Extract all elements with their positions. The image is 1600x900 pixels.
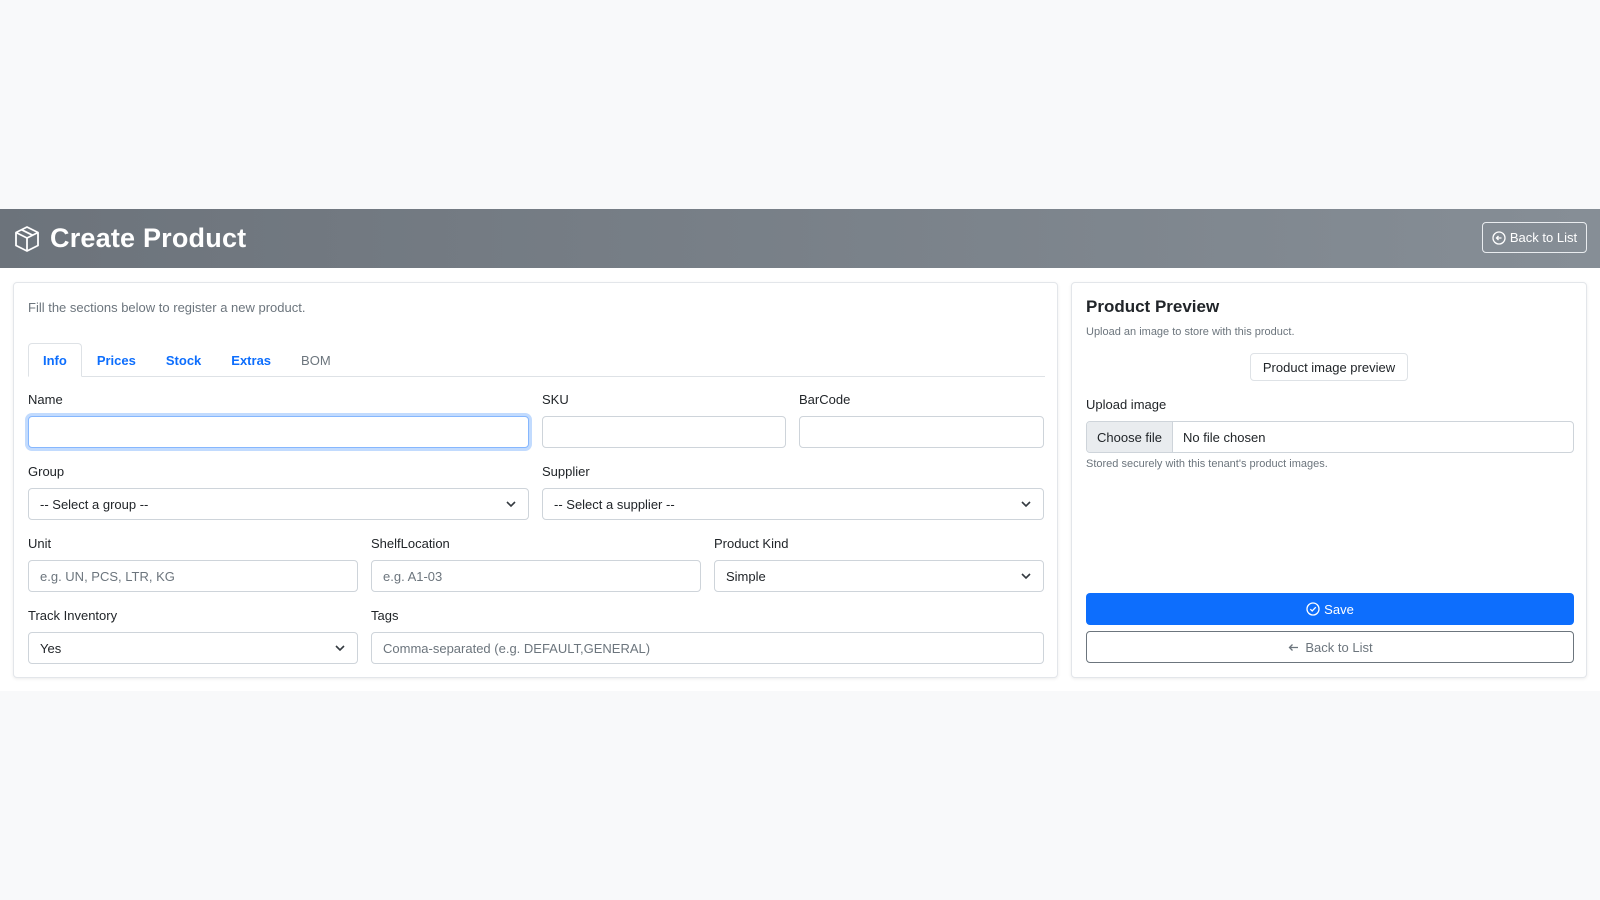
tags-placeholder: Comma-separated (e.g. DEFAULT,GENERAL) xyxy=(383,640,651,656)
box-icon xyxy=(12,224,42,254)
shelf-location-input[interactable]: e.g. A1-03 xyxy=(371,560,701,592)
name-label: Name xyxy=(28,392,63,407)
back-to-list-label: Back to List xyxy=(1509,230,1578,245)
shelf-location-label: ShelfLocation xyxy=(371,536,450,551)
sku-input[interactable] xyxy=(542,416,786,448)
unit-input[interactable]: e.g. UN, PCS, LTR, KG xyxy=(28,560,358,592)
upload-hint: Stored securely with this tenant's produ… xyxy=(1086,458,1328,470)
product-kind-value: Simple xyxy=(726,568,766,584)
chevron-down-icon xyxy=(334,642,346,654)
tags-label: Tags xyxy=(371,608,399,623)
shelf-location-placeholder: e.g. A1-03 xyxy=(383,568,443,584)
tab-extras[interactable]: Extras xyxy=(216,343,286,377)
sku-label: SKU xyxy=(542,392,569,407)
save-button[interactable]: Save xyxy=(1086,593,1574,625)
tags-input[interactable]: Comma-separated (e.g. DEFAULT,GENERAL) xyxy=(371,632,1044,664)
form-tabs: Info Prices Stock Extras BOM xyxy=(28,343,1045,377)
barcode-input[interactable] xyxy=(799,416,1044,448)
upload-image-label: Upload image xyxy=(1086,397,1167,412)
preview-subtitle: Upload an image to store with this produ… xyxy=(1086,326,1295,338)
page-header: Create Product Back to List xyxy=(0,209,1600,268)
group-select[interactable]: -- Select a group -- xyxy=(28,488,529,520)
back-to-list-bottom-label: Back to List xyxy=(1305,639,1373,655)
form-intro: Fill the sections below to register a ne… xyxy=(28,300,306,315)
back-to-list-button[interactable]: Back to List xyxy=(1482,222,1587,253)
back-to-list-bottom-button[interactable]: Back to List xyxy=(1086,631,1574,663)
track-inventory-select[interactable]: Yes xyxy=(28,632,358,664)
image-alt-text: Product image preview xyxy=(1262,359,1396,375)
chevron-down-icon xyxy=(1020,570,1032,582)
product-image-preview: Product image preview xyxy=(1250,353,1408,381)
save-label: Save xyxy=(1324,601,1354,617)
tab-stock[interactable]: Stock xyxy=(151,343,216,377)
page-frame: Create Product Back to List Fill the sec… xyxy=(0,209,1600,691)
arrow-left-circle-icon xyxy=(1492,230,1506,245)
group-select-value: -- Select a group -- xyxy=(40,496,149,512)
product-kind-select[interactable]: Simple xyxy=(714,560,1044,592)
supplier-select[interactable]: -- Select a supplier -- xyxy=(542,488,1044,520)
tab-info[interactable]: Info xyxy=(28,343,82,377)
check-circle-icon xyxy=(1306,602,1320,616)
preview-title: Product Preview xyxy=(1086,297,1220,316)
product-form-card: Fill the sections below to register a ne… xyxy=(13,282,1058,678)
tab-bom[interactable]: BOM xyxy=(286,343,346,377)
chevron-down-icon xyxy=(505,498,517,510)
unit-label: Unit xyxy=(28,536,52,551)
image-file-input[interactable]: Choose file No file chosen xyxy=(1086,421,1574,453)
barcode-label: BarCode xyxy=(799,392,851,407)
supplier-select-value: -- Select a supplier -- xyxy=(554,496,675,512)
product-kind-label: Product Kind xyxy=(714,536,789,551)
page-title: Create Product xyxy=(50,223,247,253)
track-inventory-value: Yes xyxy=(40,640,62,656)
arrow-left-icon xyxy=(1287,641,1300,654)
file-name-text: No file chosen xyxy=(1183,429,1266,445)
chevron-down-icon xyxy=(1020,498,1032,510)
track-inventory-label: Track Inventory xyxy=(28,608,118,623)
tab-prices[interactable]: Prices xyxy=(82,343,151,377)
group-label: Group xyxy=(28,464,65,479)
name-input[interactable] xyxy=(28,416,529,448)
unit-placeholder: e.g. UN, PCS, LTR, KG xyxy=(40,568,175,584)
supplier-label: Supplier xyxy=(542,464,590,479)
choose-file-button[interactable]: Choose file xyxy=(1087,422,1174,452)
product-preview-card: Product Preview Upload an image to store… xyxy=(1071,282,1587,678)
